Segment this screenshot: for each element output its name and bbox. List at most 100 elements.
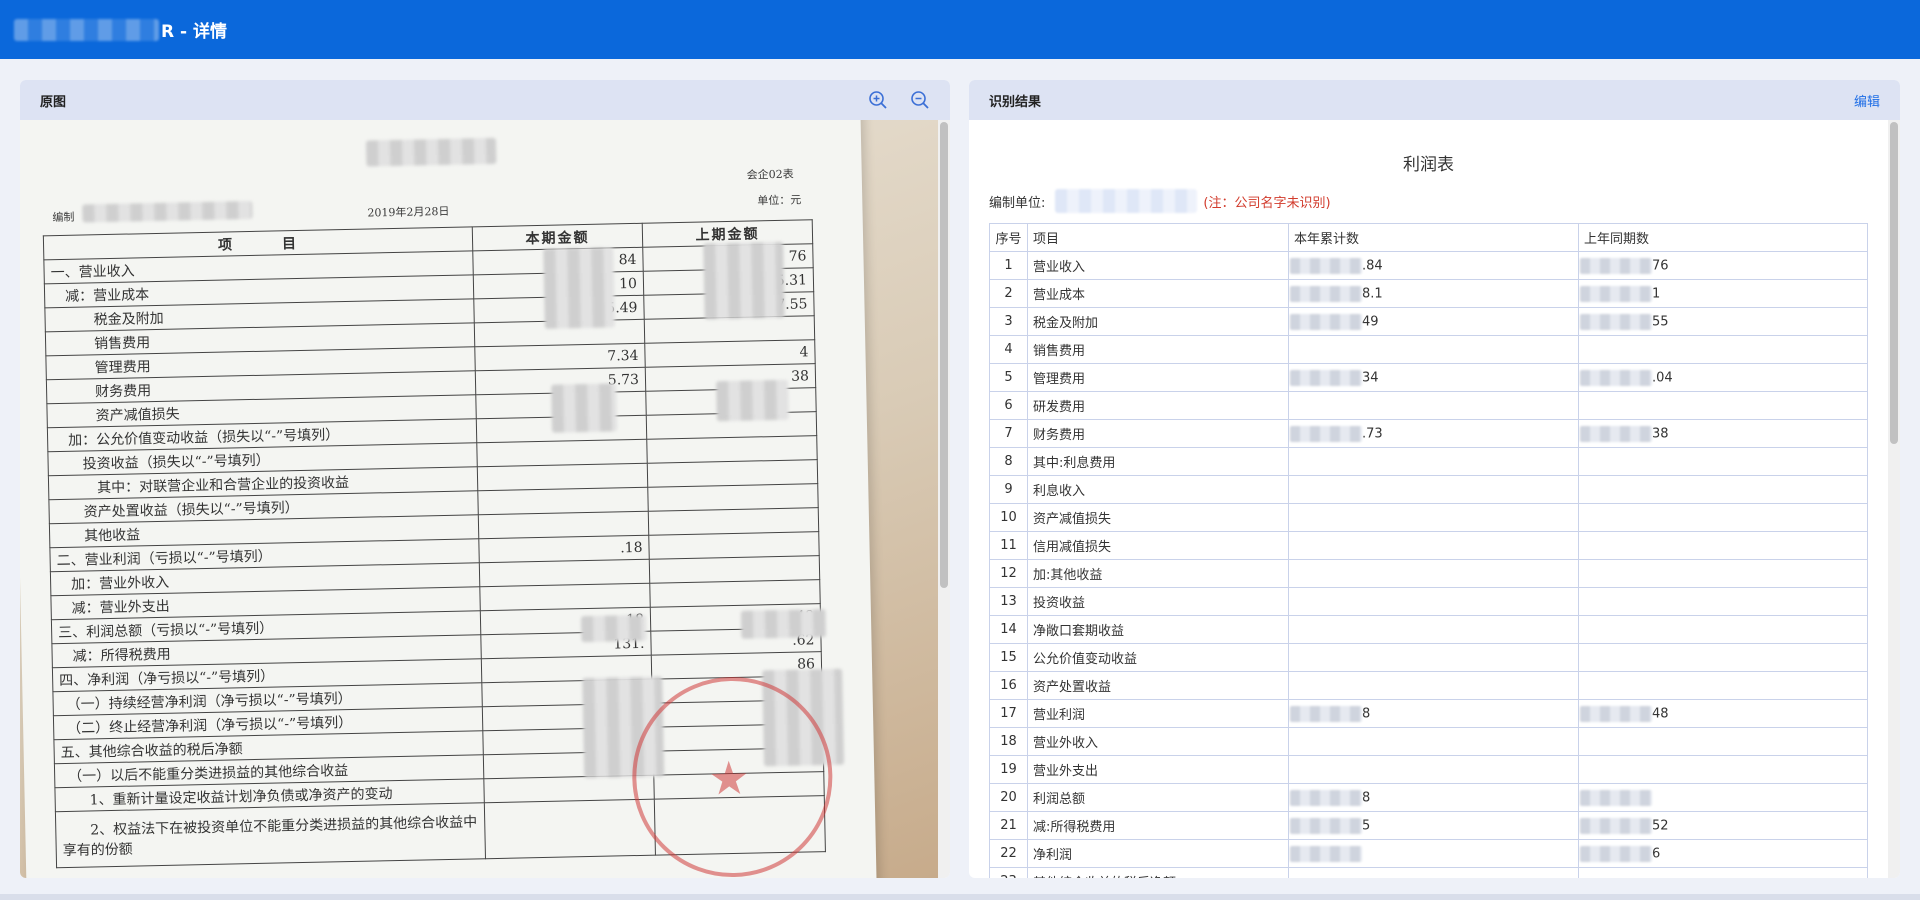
row-previous-value[interactable] [1578, 503, 1868, 532]
table-row[interactable]: 18 营业外收入 [989, 727, 1868, 756]
row-previous-value[interactable]: 38 [1578, 419, 1868, 448]
row-previous-value[interactable] [1578, 447, 1868, 476]
row-previous-value[interactable] [1578, 559, 1868, 588]
row-item[interactable]: 利息收入 [1027, 475, 1289, 504]
table-row[interactable]: 2 营业成本 8.1 1 [989, 279, 1868, 308]
row-item[interactable]: 其中:利息费用 [1027, 447, 1289, 476]
row-item[interactable]: 营业成本 [1027, 279, 1289, 308]
row-current-value[interactable] [1288, 391, 1579, 420]
row-current-value[interactable]: .84 [1288, 251, 1579, 280]
table-row[interactable]: 23其他综合收益的税后净额 [989, 867, 1868, 878]
row-previous-value[interactable]: 6 [1578, 839, 1868, 868]
table-row[interactable]: 4 销售费用 [989, 335, 1868, 364]
row-previous-value[interactable] [1578, 783, 1868, 812]
row-current-value[interactable] [1288, 671, 1579, 700]
row-previous-value[interactable] [1578, 615, 1868, 644]
row-item[interactable]: 财务费用 [1027, 419, 1289, 448]
row-previous-value[interactable] [1578, 531, 1868, 560]
original-scrollbar-thumb[interactable] [940, 122, 948, 588]
result-scrollbar[interactable] [1888, 120, 1900, 878]
row-previous-value[interactable]: 1 [1578, 279, 1868, 308]
row-current-value[interactable]: 5 [1288, 811, 1579, 840]
row-current-value[interactable] [1288, 867, 1579, 878]
row-previous-value[interactable] [1578, 671, 1868, 700]
row-previous-value[interactable] [1578, 335, 1868, 364]
row-item[interactable]: 减:所得税费用 [1027, 811, 1289, 840]
edit-button[interactable]: 编辑 [1854, 91, 1880, 110]
table-row[interactable]: 7 财务费用 .73 38 [989, 419, 1868, 448]
row-current-value[interactable]: 8 [1288, 699, 1579, 728]
result-scrollbar-thumb[interactable] [1890, 122, 1898, 444]
table-row[interactable]: 6 研发费用 [989, 391, 1868, 420]
row-current-value[interactable]: 8 [1288, 783, 1579, 812]
table-row[interactable]: 11 信用减值损失 [989, 531, 1868, 560]
table-row[interactable]: 5 管理费用 34 .04 [989, 363, 1868, 392]
row-current-value[interactable] [1288, 335, 1579, 364]
row-item[interactable]: 营业利润 [1027, 699, 1289, 728]
table-row[interactable]: 21 减:所得税费用 5 52 [989, 811, 1868, 840]
row-item[interactable]: 营业外支出 [1027, 755, 1289, 784]
zoom-out-icon[interactable] [910, 90, 930, 110]
row-item[interactable]: 销售费用 [1027, 335, 1289, 364]
row-previous-value[interactable] [1578, 587, 1868, 616]
row-item[interactable]: 资产处置收益 [1027, 671, 1289, 700]
table-row[interactable]: 1 营业收入 .84 76 [989, 251, 1868, 280]
row-current-value[interactable] [1288, 839, 1579, 868]
zoom-in-icon[interactable] [868, 90, 888, 110]
row-item[interactable]: 研发费用 [1027, 391, 1289, 420]
row-item[interactable]: 管理费用 [1027, 363, 1289, 392]
row-previous-value[interactable] [1578, 755, 1868, 784]
row-current-value[interactable] [1288, 447, 1579, 476]
row-item[interactable]: 投资收益 [1027, 587, 1289, 616]
doc-row-current: .18 [478, 535, 650, 563]
row-previous-value[interactable] [1578, 391, 1868, 420]
row-current-value[interactable] [1288, 615, 1579, 644]
row-current-value[interactable] [1288, 755, 1579, 784]
row-previous-value[interactable] [1578, 643, 1868, 672]
row-item[interactable]: 公允价值变动收益 [1027, 643, 1289, 672]
table-row[interactable]: 22 净利润 6 [989, 839, 1868, 868]
row-item[interactable]: 资产减值损失 [1027, 503, 1289, 532]
row-item[interactable]: 利润总额 [1027, 783, 1289, 812]
row-item[interactable]: 营业外收入 [1027, 727, 1289, 756]
table-row[interactable]: 13 投资收益 [989, 587, 1868, 616]
row-current-value[interactable]: .73 [1288, 419, 1579, 448]
row-current-value[interactable]: 49 [1288, 307, 1579, 336]
row-item[interactable]: 信用减值损失 [1027, 531, 1289, 560]
table-row[interactable]: 15 公允价值变动收益 [989, 643, 1868, 672]
row-current-value[interactable]: 34 [1288, 363, 1579, 392]
row-item[interactable]: 其他综合收益的税后净额 [1027, 867, 1289, 878]
row-current-value[interactable] [1288, 587, 1579, 616]
row-current-value[interactable] [1288, 503, 1579, 532]
row-previous-value[interactable] [1578, 867, 1868, 878]
row-current-value[interactable] [1288, 559, 1579, 588]
row-current-value[interactable] [1288, 475, 1579, 504]
row-current-value[interactable] [1288, 727, 1579, 756]
row-current-value[interactable] [1288, 531, 1579, 560]
original-scrollbar[interactable] [938, 120, 950, 878]
table-row[interactable]: 10 资产减值损失 [989, 503, 1868, 532]
row-item[interactable]: 净敞口套期收益 [1027, 615, 1289, 644]
row-previous-value[interactable]: 55 [1578, 307, 1868, 336]
table-row[interactable]: 20 利润总额 8 [989, 783, 1868, 812]
table-row[interactable]: 9 利息收入 [989, 475, 1868, 504]
row-item[interactable]: 营业收入 [1027, 251, 1289, 280]
table-row[interactable]: 14 净敞口套期收益 [989, 615, 1868, 644]
table-row[interactable]: 19 营业外支出 [989, 755, 1868, 784]
row-item[interactable]: 加:其他收益 [1027, 559, 1289, 588]
table-row[interactable]: 8 其中:利息费用 [989, 447, 1868, 476]
row-previous-value[interactable]: 48 [1578, 699, 1868, 728]
table-row[interactable]: 17 营业利润 8 48 [989, 699, 1868, 728]
row-previous-value[interactable]: 76 [1578, 251, 1868, 280]
row-previous-value[interactable]: .04 [1578, 363, 1868, 392]
row-previous-value[interactable] [1578, 727, 1868, 756]
row-item[interactable]: 税金及附加 [1027, 307, 1289, 336]
row-current-value[interactable] [1288, 643, 1579, 672]
row-current-value[interactable]: 8.1 [1288, 279, 1579, 308]
table-row[interactable]: 16 资产处置收益 [989, 671, 1868, 700]
table-row[interactable]: 3 税金及附加 49 55 [989, 307, 1868, 336]
row-item[interactable]: 净利润 [1027, 839, 1289, 868]
row-previous-value[interactable] [1578, 475, 1868, 504]
table-row[interactable]: 12 加:其他收益 [989, 559, 1868, 588]
row-previous-value[interactable]: 52 [1578, 811, 1868, 840]
